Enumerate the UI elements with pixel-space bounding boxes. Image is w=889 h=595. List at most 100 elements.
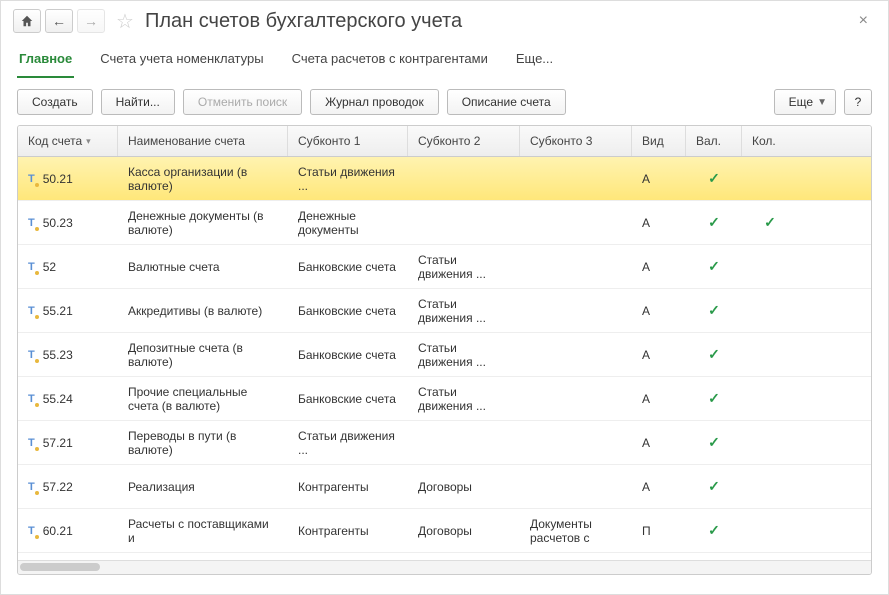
- table-row[interactable]: T 60.21 Расчеты с поставщиками иКонтрагент…: [18, 509, 871, 553]
- cell-name: Депозитные счета (в валюте): [118, 333, 288, 376]
- cell-sub1: Статьи движения ...: [288, 157, 408, 200]
- account-icon: T: [28, 217, 35, 229]
- cell-qty: ✓: [742, 201, 798, 244]
- cell-name: Прочие специальные счета (в валюте): [118, 377, 288, 420]
- account-icon: T: [28, 173, 35, 185]
- cell-sub3: [520, 245, 632, 288]
- cell-val: ✓: [686, 509, 742, 552]
- table-row[interactable]: T55.24Прочие специальные счета (в валюте…: [18, 377, 871, 421]
- cell-sub1: Статьи движения ...: [288, 421, 408, 464]
- check-icon: ✓: [764, 214, 776, 231]
- table-row[interactable]: T57.21Переводы в пути (в валюте)Статьи д…: [18, 421, 871, 465]
- cell-sub1: Банковские счета: [288, 333, 408, 376]
- code-text: 52: [43, 260, 56, 274]
- cell-sub2: Статьи движения ...: [408, 333, 520, 376]
- cell-sub3: [520, 465, 632, 508]
- cell-val: ✓: [686, 421, 742, 464]
- code-text: 50.23: [43, 216, 73, 230]
- check-icon: ✓: [708, 434, 720, 451]
- check-icon: ✓: [708, 478, 720, 495]
- scroll-thumb[interactable]: [20, 563, 100, 571]
- col-sub1[interactable]: Субконто 1: [288, 126, 408, 156]
- cell-sub1: Денежные документы: [288, 201, 408, 244]
- close-button[interactable]: ×: [851, 12, 876, 30]
- cell-name: Денежные документы (в валюте): [118, 201, 288, 244]
- cell-code: T50.21: [18, 157, 118, 200]
- cell-qty: [742, 509, 798, 552]
- cell-code: T55.21: [18, 289, 118, 332]
- cell-name: Расчеты с поставщиками и: [118, 509, 288, 552]
- table-row[interactable]: T55.21Аккредитивы (в валюте)Банковские с…: [18, 289, 871, 333]
- table-row[interactable]: T57.22РеализацияКонтрагентыДоговорыА✓: [18, 465, 871, 509]
- more-label: Еще: [789, 95, 813, 109]
- more-button[interactable]: Еще ▼: [774, 89, 836, 115]
- col-sub3[interactable]: Субконто 3: [520, 126, 632, 156]
- col-code[interactable]: Код счета ▾: [18, 126, 118, 156]
- table-row[interactable]: T55.23Депозитные счета (в валюте)Банковс…: [18, 333, 871, 377]
- back-button[interactable]: ←: [45, 9, 73, 33]
- cell-qty: [742, 289, 798, 332]
- cell-code: T 50.23: [18, 201, 118, 244]
- cell-sub2: [408, 157, 520, 200]
- cell-val: ✓: [686, 465, 742, 508]
- table-row[interactable]: T52Валютные счетаБанковские счетаСтатьи …: [18, 245, 871, 289]
- table-row[interactable]: T 50.23 Денежные документы (в валюте)Денеж…: [18, 201, 871, 245]
- cell-sub1: Контрагенты: [288, 509, 408, 552]
- table-header: Код счета ▾ Наименование счета Субконто …: [18, 126, 871, 157]
- home-button[interactable]: [13, 9, 41, 33]
- help-button[interactable]: ?: [844, 89, 872, 115]
- cell-sub2: Статьи движения ...: [408, 289, 520, 332]
- col-sub2[interactable]: Субконто 2: [408, 126, 520, 156]
- cell-name: Валютные счета: [118, 245, 288, 288]
- description-button[interactable]: Описание счета: [447, 89, 566, 115]
- account-icon: T: [28, 525, 35, 537]
- account-icon: T: [28, 481, 35, 493]
- table-body[interactable]: T50.21Касса организации (в валюте)Статьи…: [18, 157, 871, 560]
- table-row[interactable]: T50.21Касса организации (в валюте)Статьи…: [18, 157, 871, 201]
- home-icon: [20, 14, 34, 28]
- cell-sub3: [520, 377, 632, 420]
- cell-name: Реализация: [118, 465, 288, 508]
- cell-kind: А: [632, 377, 686, 420]
- account-icon: T: [28, 393, 35, 405]
- tab-nomenclature[interactable]: Счета учета номенклатуры: [98, 45, 265, 78]
- check-icon: ✓: [708, 522, 720, 539]
- cell-val: ✓: [686, 289, 742, 332]
- star-icon[interactable]: ☆: [113, 9, 137, 33]
- journal-button[interactable]: Журнал проводок: [310, 89, 439, 115]
- cell-kind: А: [632, 201, 686, 244]
- account-icon: T: [28, 305, 35, 317]
- cell-sub1: Контрагенты: [288, 465, 408, 508]
- cell-code: T55.23: [18, 333, 118, 376]
- cell-kind: А: [632, 289, 686, 332]
- cell-kind: П: [632, 509, 686, 552]
- tab-main[interactable]: Главное: [17, 45, 74, 78]
- cell-qty: [742, 377, 798, 420]
- cell-val: ✓: [686, 245, 742, 288]
- col-qty[interactable]: Кол.: [742, 126, 798, 156]
- cell-name: Переводы в пути (в валюте): [118, 421, 288, 464]
- arrow-right-icon: →: [84, 13, 98, 29]
- cell-code: T 60.21: [18, 509, 118, 552]
- check-icon: ✓: [708, 346, 720, 363]
- cell-code: T57.22: [18, 465, 118, 508]
- forward-button[interactable]: →: [77, 9, 105, 33]
- tab-contractors[interactable]: Счета расчетов с контрагентами: [290, 45, 490, 78]
- cell-code: T52: [18, 245, 118, 288]
- col-kind[interactable]: Вид: [632, 126, 686, 156]
- cell-val: ✓: [686, 377, 742, 420]
- col-val[interactable]: Вал.: [686, 126, 742, 156]
- code-text: 60.21: [43, 524, 73, 538]
- cell-sub2: [408, 201, 520, 244]
- create-button[interactable]: Создать: [17, 89, 93, 115]
- cell-sub2: Статьи движения ...: [408, 245, 520, 288]
- cell-sub2: Статьи движения ...: [408, 377, 520, 420]
- find-button[interactable]: Найти...: [101, 89, 175, 115]
- code-text: 57.21: [43, 436, 73, 450]
- cancel-search-button[interactable]: Отменить поиск: [183, 89, 302, 115]
- cell-sub3: [520, 421, 632, 464]
- arrow-left-icon: ←: [52, 13, 66, 29]
- col-name[interactable]: Наименование счета: [118, 126, 288, 156]
- tab-more[interactable]: Еще...: [514, 45, 555, 78]
- horizontal-scrollbar[interactable]: [18, 560, 871, 574]
